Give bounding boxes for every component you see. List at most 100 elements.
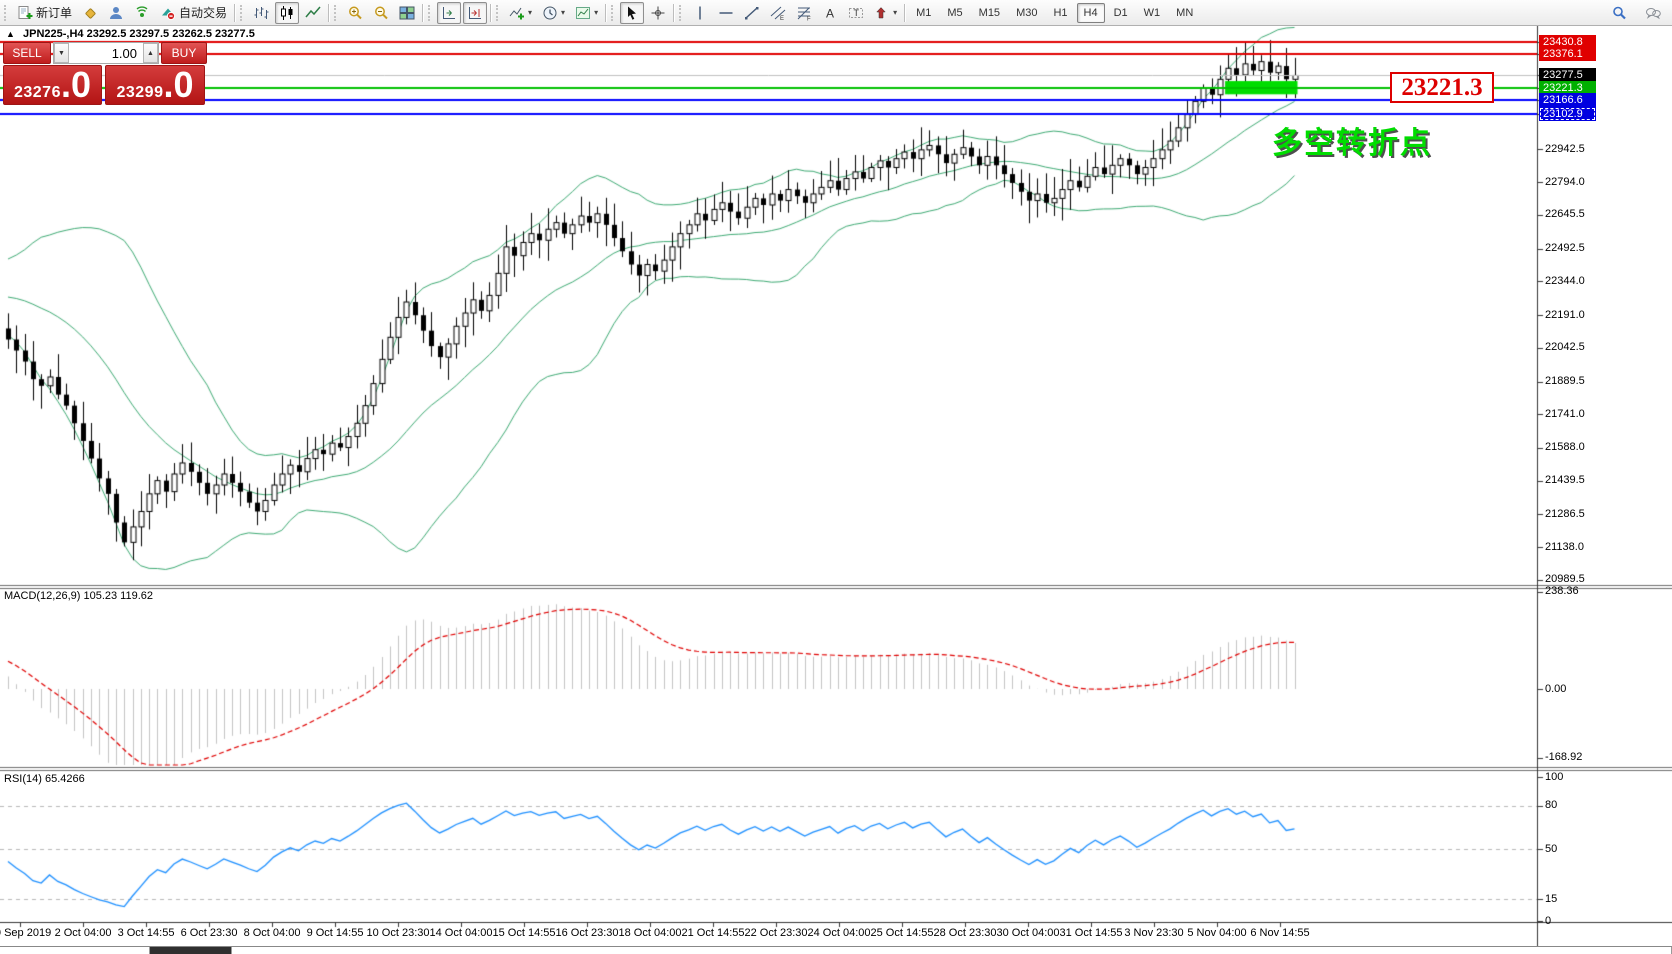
channel-icon: E — [770, 5, 786, 21]
timeframe-m30-button[interactable]: M30 — [1009, 3, 1044, 23]
one-click-trading-panel: SELL ▼ ▲ BUY 23276 .0 23299 .0 — [3, 42, 207, 105]
date-axis-label: 14 Oct 04:00 — [430, 927, 493, 939]
indicators-button[interactable]: ▾ — [505, 2, 536, 24]
zoom-in-icon — [347, 5, 363, 21]
price-axis-tick: 22794.0 — [1545, 176, 1585, 188]
search-button[interactable] — [1607, 2, 1631, 24]
rsi-axis-tick: 80 — [1545, 799, 1557, 811]
rsi-axis-tick: 100 — [1545, 771, 1563, 783]
timeframe-d1-button[interactable]: D1 — [1107, 3, 1135, 23]
timeframe-mn-button[interactable]: MN — [1169, 3, 1200, 23]
sell-price[interactable]: 23276 .0 — [3, 65, 102, 105]
timeframe-h1-button[interactable]: H1 — [1046, 3, 1074, 23]
chart-shift-icon — [467, 5, 483, 21]
volume-decrease-button[interactable]: ▼ — [54, 43, 69, 63]
date-axis-label: 22 Oct 23:30 — [745, 927, 808, 939]
price-axis-tick: 22191.0 — [1545, 309, 1585, 321]
toolbar-separator — [605, 4, 606, 22]
price-axis-tick: 21439.5 — [1545, 474, 1585, 486]
line-chart-button[interactable] — [301, 2, 325, 24]
price-axis-tick: 22942.5 — [1545, 143, 1585, 155]
autotrading-button[interactable]: 自动交易 — [156, 2, 231, 24]
toolbar-grip — [428, 5, 434, 21]
date-axis-label: 6 Oct 23:30 — [181, 927, 238, 939]
chart-shift-button[interactable] — [463, 2, 487, 24]
tile-windows-icon — [399, 5, 415, 21]
zoom-out-button[interactable] — [369, 2, 393, 24]
buy-price[interactable]: 23299 .0 — [105, 65, 205, 105]
price-axis-tick: 22344.0 — [1545, 275, 1585, 287]
rsi-axis-tick: 15 — [1545, 893, 1557, 905]
toolbar-grip — [334, 5, 340, 21]
date-axis-label: 8 Oct 04:00 — [244, 927, 301, 939]
crosshair-button[interactable] — [646, 2, 670, 24]
rsi-header: RSI(14) 65.4266 — [4, 773, 85, 785]
arrows-icon — [874, 5, 890, 21]
price-line-label[interactable]: 23376.1 — [1539, 47, 1596, 61]
eraser-button[interactable] — [78, 2, 102, 24]
horizontal-line-button[interactable] — [714, 2, 738, 24]
auto-scroll-icon — [441, 5, 457, 21]
community-chat-button[interactable] — [1641, 2, 1665, 24]
new-order-button[interactable]: 新订单 — [13, 2, 76, 24]
timeframe-m5-button[interactable]: M5 — [940, 3, 969, 23]
crosshair-icon — [650, 5, 666, 21]
rsi-axis-tick: 0 — [1545, 915, 1551, 927]
periods-button[interactable]: ▾ — [538, 2, 569, 24]
fibonacci-button[interactable]: F — [792, 2, 816, 24]
date-axis-label: 9 Oct 14:55 — [307, 927, 364, 939]
cursor-icon — [624, 5, 640, 21]
sell-price-int: 23276 — [14, 84, 61, 102]
symbol-period: JPN225-,H4 — [23, 28, 84, 40]
dropdown-caret-icon: ▾ — [561, 9, 565, 17]
auto-scroll-button[interactable] — [437, 2, 461, 24]
bar-chart-icon — [253, 5, 269, 21]
profile-button[interactable] — [104, 2, 128, 24]
toolbar-group — [342, 0, 420, 26]
equidistant-channel-button[interactable]: E — [766, 2, 790, 24]
volume-increase-button[interactable]: ▲ — [143, 43, 158, 63]
price-chart-canvas[interactable] — [0, 26, 1672, 946]
toolbar-grip — [4, 5, 10, 21]
toolbar-grip — [611, 5, 617, 21]
text-label-button[interactable]: T — [844, 2, 868, 24]
trendline-button[interactable] — [740, 2, 764, 24]
zoom-in-button[interactable] — [343, 2, 367, 24]
date-axis-label: 30 Sep 2019 — [0, 927, 51, 939]
toolbar-group: ▾ ▾ ▾ — [504, 0, 603, 26]
price-axis-tick: 21741.0 — [1545, 408, 1585, 420]
price-line-label[interactable]: 23166.6 — [1539, 93, 1596, 107]
timeframe-m15-button[interactable]: M15 — [972, 3, 1007, 23]
zoom-out-icon — [373, 5, 389, 21]
volume-input[interactable] — [69, 44, 143, 62]
chart-note-text[interactable]: 多空转折点 — [1272, 118, 1432, 162]
collapse-arrow-icon[interactable]: ▲ — [6, 29, 15, 39]
cursor-button[interactable] — [620, 2, 644, 24]
arrows-button[interactable]: ▾ — [870, 2, 901, 24]
text-button[interactable]: A — [818, 2, 842, 24]
tile-windows-button[interactable] — [395, 2, 419, 24]
date-axis-label: 30 Oct 04:00 — [997, 927, 1060, 939]
fibonacci-icon: F — [796, 5, 812, 21]
vertical-line-button[interactable] — [688, 2, 712, 24]
bar-chart-button[interactable] — [249, 2, 273, 24]
timeframe-h4-button[interactable]: H4 — [1077, 3, 1105, 23]
price-axis-tick: 21889.5 — [1545, 375, 1585, 387]
ohlc-readout: 23292.5 23297.5 23262.5 23277.5 — [87, 28, 255, 40]
date-axis-label: 3 Oct 14:55 — [118, 927, 175, 939]
buy-button[interactable]: BUY — [161, 42, 207, 64]
signal-button[interactable] — [130, 2, 154, 24]
toolbar-separator — [904, 4, 905, 22]
date-axis-label: 16 Oct 23:30 — [556, 927, 619, 939]
sell-button[interactable]: SELL — [3, 42, 51, 64]
toolbar-right — [1606, 0, 1666, 26]
candlestick-chart-button[interactable] — [275, 2, 299, 24]
macd-axis-tick: 0.00 — [1545, 683, 1566, 695]
price-callout-label[interactable]: 23221.3 — [1390, 72, 1494, 103]
templates-button[interactable]: ▾ — [571, 2, 602, 24]
status-cell — [232, 947, 1672, 954]
timeframe-m1-button[interactable]: M1 — [909, 3, 938, 23]
price-line-label[interactable]: 23102.9 — [1539, 107, 1596, 121]
timeframe-w1-button[interactable]: W1 — [1137, 3, 1168, 23]
volume-spinner: ▼ ▲ — [53, 42, 159, 64]
